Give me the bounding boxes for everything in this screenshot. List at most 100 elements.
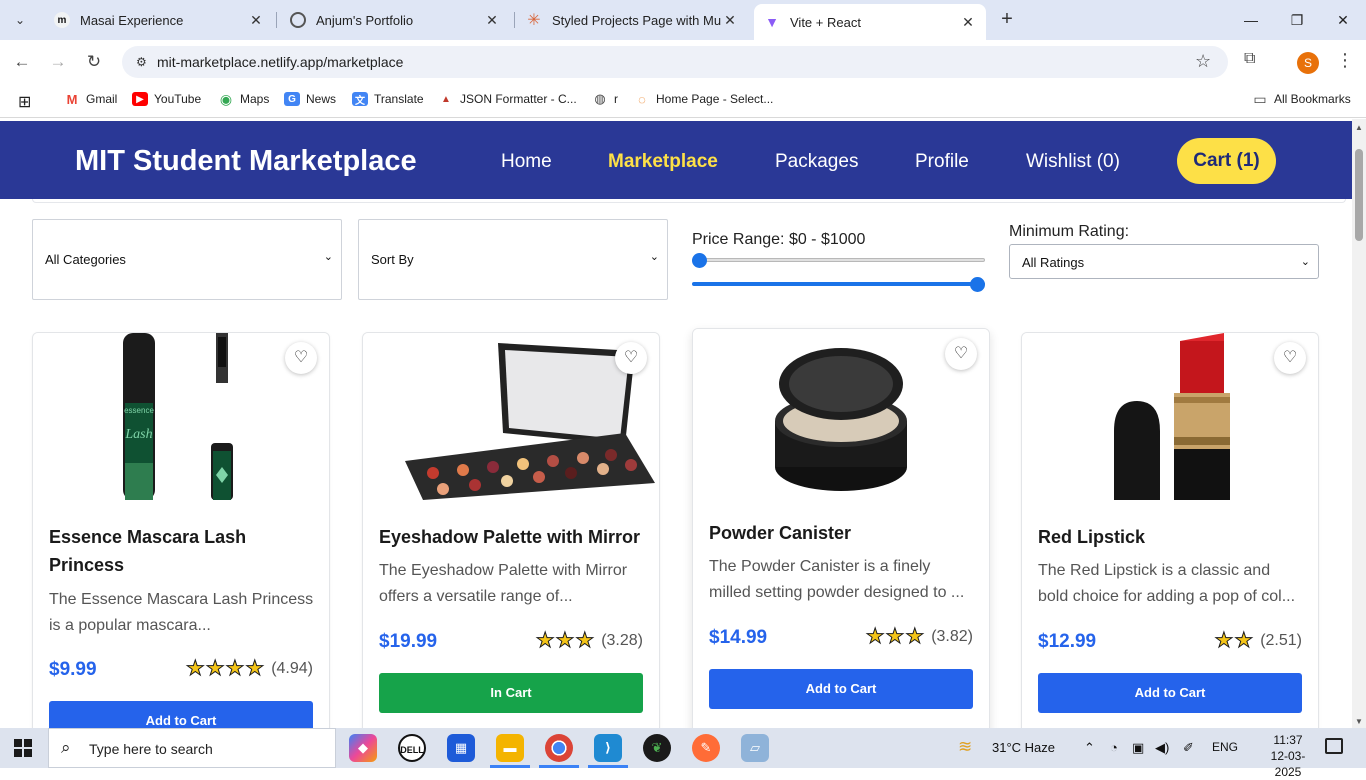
brand-title[interactable]: MIT Student Marketplace bbox=[75, 145, 417, 178]
chevron-up-icon[interactable]: ⌃ bbox=[1084, 740, 1095, 756]
price-max-slider[interactable] bbox=[692, 282, 985, 286]
postman-icon[interactable]: ✎ bbox=[692, 734, 720, 762]
volume-icon[interactable]: ◀) bbox=[1155, 740, 1169, 756]
add-to-cart-button[interactable]: Add to Cart bbox=[49, 701, 313, 728]
restore-icon[interactable]: ❐ bbox=[1274, 8, 1320, 32]
file-explorer-icon[interactable]: ▬ bbox=[496, 734, 524, 762]
in-cart-button[interactable]: In Cart bbox=[379, 673, 643, 713]
app-icon[interactable]: ▱ bbox=[741, 734, 769, 762]
nav-packages[interactable]: Packages bbox=[775, 151, 858, 173]
nav-marketplace[interactable]: Marketplace bbox=[608, 151, 718, 173]
clock-time: 11:37 bbox=[1273, 733, 1303, 747]
forward-arrow-icon[interactable]: → bbox=[46, 50, 70, 74]
product-name: Eyeshadow Palette with Mirror bbox=[379, 527, 641, 547]
weather-text[interactable]: 31°C Haze bbox=[992, 740, 1055, 755]
nav-wishlist[interactable]: Wishlist (0) bbox=[1026, 151, 1120, 173]
wishlist-heart-icon[interactable]: ♡ bbox=[1274, 342, 1306, 374]
rating-select[interactable]: All Ratings ⌄ bbox=[1009, 244, 1319, 279]
product-card[interactable]: essence Lash ♡ Essence Mascara Lash Prin… bbox=[32, 332, 330, 728]
globe-icon bbox=[290, 12, 306, 28]
vscode-icon[interactable]: ⟩ bbox=[594, 734, 622, 762]
windows-start-icon[interactable] bbox=[14, 739, 32, 757]
dell-icon[interactable]: DELL bbox=[398, 734, 426, 762]
product-card[interactable]: ♡ Eyeshadow Palette with Mirror The Eyes… bbox=[362, 332, 660, 728]
price-min-handle[interactable] bbox=[692, 253, 707, 268]
bookmark-maps[interactable]: ◉ Maps bbox=[218, 91, 269, 107]
taskbar-search[interactable]: ⌕ Type here to search bbox=[48, 728, 336, 768]
store-icon[interactable]: ▦ bbox=[447, 734, 475, 762]
tab-masai[interactable]: m Masai Experience ✕ bbox=[44, 4, 274, 36]
product-rating: ★★★ (3.82) bbox=[865, 624, 973, 649]
bookmark-home-page[interactable]: ◌ Home Page - Select... bbox=[634, 92, 773, 107]
extensions-icon[interactable]: ⧉ bbox=[1244, 50, 1255, 68]
system-clock[interactable]: 11:37 12-03-2025 bbox=[1260, 732, 1316, 780]
wishlist-heart-icon[interactable]: ♡ bbox=[285, 342, 317, 374]
price-max-handle[interactable] bbox=[970, 277, 985, 292]
bookmarks-bar: ⊞ M Gmail ▶ YouTube ◉ Maps G News 文 Translate… bbox=[0, 84, 1366, 118]
minimize-icon[interactable]: — bbox=[1228, 8, 1274, 32]
mongodb-icon[interactable]: ❦ bbox=[643, 734, 671, 762]
cart-button[interactable]: Cart (1) bbox=[1177, 138, 1276, 184]
chrome-icon[interactable] bbox=[545, 734, 573, 762]
star-rating-icons: ★★ bbox=[1214, 629, 1255, 653]
wishlist-heart-icon[interactable]: ♡ bbox=[945, 338, 977, 370]
bookmark-gmail[interactable]: M Gmail bbox=[64, 92, 117, 107]
url-text[interactable]: mit-marketplace.netlify.app/marketplace bbox=[157, 54, 403, 70]
add-to-cart-button[interactable]: Add to Cart bbox=[709, 669, 973, 709]
all-bookmarks[interactable]: ▭ All Bookmarks bbox=[1252, 91, 1351, 107]
close-tab-icon[interactable]: ✕ bbox=[960, 14, 976, 31]
scroll-down-icon[interactable]: ▼ bbox=[1355, 717, 1363, 726]
bookmark-news[interactable]: G News bbox=[284, 92, 336, 106]
sort-select[interactable]: Sort By ⌄ bbox=[358, 219, 668, 300]
add-to-cart-button[interactable]: Add to Cart bbox=[1038, 673, 1302, 713]
json-formatter-icon: ▲ bbox=[438, 92, 454, 106]
scrollbar-thumb[interactable] bbox=[1355, 149, 1363, 241]
new-tab-icon[interactable]: + bbox=[996, 8, 1018, 30]
camera-icon[interactable]: ▣ bbox=[1132, 740, 1144, 756]
tab-title: Anjum's Portfolio bbox=[316, 12, 414, 28]
language-indicator[interactable]: ENG bbox=[1212, 740, 1238, 754]
product-price: $9.99 bbox=[49, 659, 97, 680]
price-min-slider[interactable] bbox=[692, 258, 985, 262]
tab-styled-projects[interactable]: ✳ Styled Projects Page with Multi ✕ bbox=[516, 4, 748, 36]
search-placeholder: Type here to search bbox=[89, 741, 213, 757]
pen-icon[interactable]: ✐ bbox=[1183, 740, 1194, 756]
product-card[interactable]: ♡ Powder Canister The Powder Canister is… bbox=[692, 328, 990, 728]
tab-title: Styled Projects Page with Multi bbox=[552, 12, 722, 28]
profile-avatar[interactable]: S bbox=[1297, 52, 1319, 74]
chevron-down-icon: ⌄ bbox=[649, 251, 659, 263]
tab-search-icon[interactable]: ⌄ bbox=[8, 8, 32, 32]
bookmark-star-icon[interactable]: ☆ bbox=[1195, 51, 1211, 72]
close-tab-icon[interactable]: ✕ bbox=[484, 12, 500, 29]
product-card[interactable]: ♡ Red Lipstick The Red Lipstick is a cla… bbox=[1021, 332, 1319, 728]
tab-title: Vite + React bbox=[790, 14, 861, 30]
close-tab-icon[interactable]: ✕ bbox=[248, 12, 264, 29]
close-window-icon[interactable]: ✕ bbox=[1320, 8, 1366, 32]
nav-home[interactable]: Home bbox=[501, 151, 552, 173]
tab-portfolio[interactable]: Anjum's Portfolio ✕ bbox=[280, 4, 510, 36]
wishlist-heart-icon[interactable]: ♡ bbox=[615, 342, 647, 374]
bookmark-youtube[interactable]: ▶ YouTube bbox=[132, 92, 201, 106]
apps-grid-icon[interactable]: ⊞ bbox=[18, 92, 31, 112]
browser-menu-icon[interactable]: ⋮ bbox=[1336, 50, 1354, 71]
page-scrollbar[interactable]: ▲ ▼ bbox=[1352, 119, 1366, 728]
weather-icon[interactable]: ≋ bbox=[958, 737, 972, 757]
notification-icon[interactable] bbox=[1325, 738, 1343, 754]
bookmark-json-formatter[interactable]: ▲ JSON Formatter - C... bbox=[438, 92, 577, 106]
copilot-icon[interactable]: ◆ bbox=[349, 734, 377, 762]
category-select[interactable]: All Categories ⌄ bbox=[32, 219, 342, 300]
product-description: The Eyeshadow Palette with Mirror offers… bbox=[379, 562, 628, 605]
rating-value: (3.82) bbox=[931, 627, 973, 645]
bookmark-r[interactable]: ◍ r bbox=[592, 91, 618, 106]
scroll-up-icon[interactable]: ▲ bbox=[1355, 123, 1363, 132]
omnibox[interactable]: ⚙ mit-marketplace.netlify.app/marketplac… bbox=[122, 46, 1228, 78]
tab-vite-react[interactable]: ▼ Vite + React ✕ bbox=[754, 4, 986, 40]
reload-icon[interactable]: ↻ bbox=[82, 50, 106, 74]
back-arrow-icon[interactable]: ← bbox=[10, 50, 34, 74]
network-icon[interactable]: ◔ bbox=[1110, 740, 1118, 755]
globe-icon: ◍ bbox=[592, 91, 608, 106]
close-tab-icon[interactable]: ✕ bbox=[722, 12, 738, 29]
site-info-icon[interactable]: ⚙ bbox=[136, 54, 152, 70]
bookmark-translate[interactable]: 文 Translate bbox=[352, 92, 424, 107]
nav-profile[interactable]: Profile bbox=[915, 151, 969, 173]
